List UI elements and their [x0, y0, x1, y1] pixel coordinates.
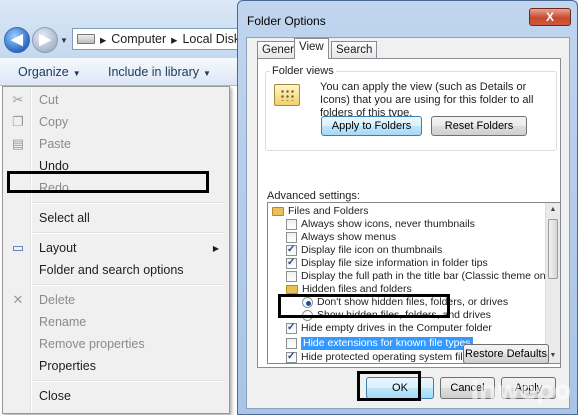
menu-item-remove-properties[interactable]: Remove properties: [3, 333, 229, 355]
option-always-show-menus[interactable]: Always show menus: [286, 231, 396, 244]
chevron-down-icon: ▼: [203, 69, 211, 78]
vertical-scrollbar[interactable]: ▲ ▼: [545, 203, 560, 363]
drive-icon: [77, 34, 95, 44]
folder-views-description: You can apply the view (such as Details …: [320, 81, 534, 119]
option-display-file-size[interactable]: Display file size information in folder …: [286, 256, 488, 270]
scroll-up-icon[interactable]: ▲: [546, 203, 560, 217]
highlight-box-hide-extensions: [278, 294, 450, 318]
checkbox[interactable]: [286, 232, 297, 243]
tab-search[interactable]: Search: [331, 41, 378, 58]
address-bar[interactable]: ▸ Computer ▸ Local Disk: [72, 28, 242, 50]
forward-button[interactable]: ▶: [32, 27, 58, 53]
menu-item-layout[interactable]: ▭ Layout ▶: [3, 237, 229, 259]
menu-separator: [33, 232, 225, 234]
close-button[interactable]: X: [529, 8, 571, 26]
checkbox-checked[interactable]: [286, 321, 297, 334]
checkbox[interactable]: [286, 338, 297, 349]
advanced-settings-label: Advanced settings:: [267, 190, 360, 202]
organize-button[interactable]: Organize ▼: [18, 65, 81, 79]
highlight-box-folder-options: [7, 171, 209, 193]
folder-icon: [272, 207, 284, 216]
menu-separator: [33, 380, 225, 382]
menu-item-paste[interactable]: ▤ Paste: [3, 133, 229, 155]
reset-folders-button[interactable]: Reset Folders: [431, 116, 527, 136]
menu-item-rename[interactable]: Rename: [3, 311, 229, 333]
option-display-full-path[interactable]: Display the full path in the title bar (…: [286, 270, 557, 283]
organize-label: Organize: [18, 65, 69, 79]
dialog-client-area: General View Search Folder views You can…: [246, 37, 570, 409]
menu-item-folder-and-search-options[interactable]: Folder and search options: [3, 259, 229, 281]
menu-item-delete[interactable]: ✕ Delete: [3, 289, 229, 311]
forward-arrow-icon: ▶: [39, 31, 51, 48]
paste-icon: ▤: [11, 136, 25, 151]
menu-item-properties[interactable]: Properties: [3, 355, 229, 377]
option-hide-extensions[interactable]: Hide extensions for known file types: [286, 337, 473, 350]
menu-item-close[interactable]: Close: [3, 385, 229, 407]
checkbox[interactable]: [286, 219, 297, 230]
folder-views-label: Folder views: [270, 65, 336, 77]
scrollbar-thumb[interactable]: [548, 219, 558, 279]
option-display-file-icon[interactable]: Display file icon on thumbnails: [286, 243, 442, 257]
organize-menu: ✂ Cut ❐ Copy ▤ Paste Undo Redo Select al…: [2, 86, 230, 414]
dialog-title: Folder Options: [247, 14, 326, 28]
checkbox-checked[interactable]: [286, 350, 297, 363]
checkbox-checked[interactable]: [286, 256, 297, 269]
advanced-settings-list[interactable]: Files and Folders Always show icons, nev…: [267, 202, 561, 364]
option-hide-empty-drives[interactable]: Hide empty drives in the Computer folder: [286, 321, 492, 335]
recent-pages-chevron-icon[interactable]: ▼: [60, 36, 68, 45]
delete-icon: ✕: [12, 292, 24, 307]
tree-folder-files-and-folders: Files and Folders: [272, 205, 369, 218]
tab-view[interactable]: View: [294, 38, 329, 59]
copy-icon: ❐: [12, 114, 24, 129]
watermark-text: Inwepo: [470, 376, 571, 406]
restore-defaults-button[interactable]: Restore Defaults: [463, 344, 549, 364]
menu-item-cut[interactable]: ✂ Cut: [3, 89, 229, 111]
submenu-arrow-icon: ▶: [212, 243, 219, 253]
back-arrow-icon: ◀: [11, 31, 23, 48]
layout-icon: ▭: [11, 240, 25, 255]
include-in-library-button[interactable]: Include in library ▼: [108, 65, 211, 79]
menu-item-copy[interactable]: ❐ Copy: [3, 111, 229, 133]
breadcrumb-local-disk[interactable]: Local Disk: [182, 32, 240, 46]
scissors-icon: ✂: [12, 92, 24, 107]
folder-options-dialog: Folder Options X General View Search Fol…: [237, 0, 578, 415]
checkbox-checked[interactable]: [286, 243, 297, 256]
breadcrumb-computer[interactable]: Computer: [111, 32, 166, 46]
include-in-library-label: Include in library: [108, 65, 200, 79]
folder-views-icon: [274, 84, 300, 106]
breadcrumb-separator: ▸: [171, 32, 178, 47]
highlight-box-ok: [357, 371, 421, 401]
menu-separator: [33, 202, 225, 204]
menu-item-select-all[interactable]: Select all: [3, 207, 229, 229]
menu-separator: [33, 284, 225, 286]
apply-to-folders-button[interactable]: Apply to Folders: [321, 116, 422, 136]
back-button[interactable]: ◀: [4, 27, 30, 53]
checkbox[interactable]: [286, 271, 297, 282]
folder-icon: [286, 285, 298, 294]
breadcrumb-separator: ▸: [100, 32, 107, 47]
chevron-down-icon: ▼: [72, 69, 81, 78]
close-icon: X: [545, 10, 554, 24]
option-always-show-icons[interactable]: Always show icons, never thumbnails: [286, 218, 475, 231]
folder-views-group: Folder views You can apply the view (suc…: [265, 65, 557, 151]
